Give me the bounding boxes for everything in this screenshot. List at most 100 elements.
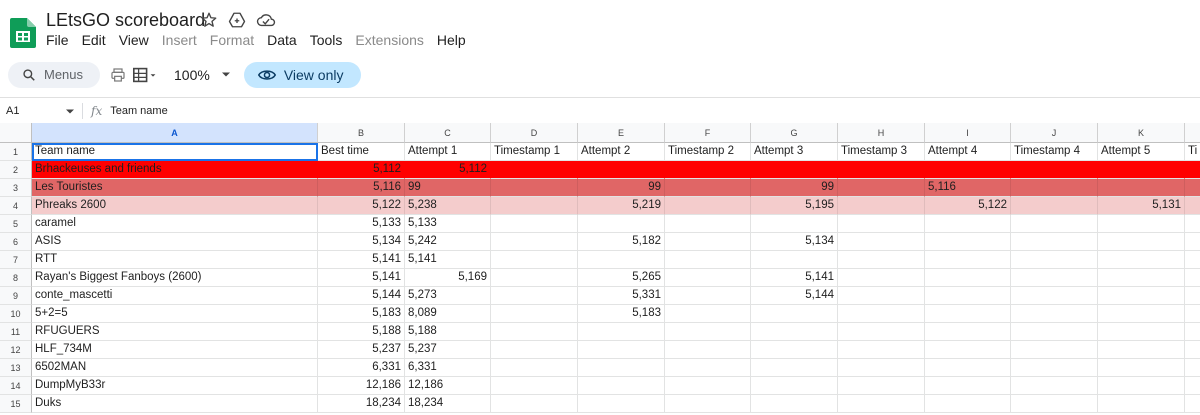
table-cell[interactable]: [925, 377, 1011, 395]
table-cell[interactable]: 5,237: [318, 341, 405, 359]
table-cell[interactable]: [665, 179, 751, 197]
table-cell[interactable]: [1185, 251, 1200, 269]
formula-input[interactable]: Team name: [110, 105, 167, 117]
table-cell[interactable]: [491, 269, 578, 287]
table-cell[interactable]: [1185, 377, 1200, 395]
table-cell[interactable]: [838, 161, 925, 179]
table-cell[interactable]: 5,238: [405, 197, 491, 215]
table-cell[interactable]: [1011, 179, 1098, 197]
menu-help[interactable]: Help: [437, 32, 473, 48]
table-cell[interactable]: [1011, 377, 1098, 395]
table-cell[interactable]: DumpMyB33r: [32, 377, 318, 395]
table-cell[interactable]: [491, 377, 578, 395]
table-cell[interactable]: [925, 233, 1011, 251]
table-cell[interactable]: [578, 251, 665, 269]
table-cell[interactable]: [1011, 161, 1098, 179]
table-cell[interactable]: [925, 287, 1011, 305]
menu-insert[interactable]: Insert: [162, 32, 204, 48]
column-header-d[interactable]: D: [491, 123, 578, 143]
table-cell[interactable]: [1011, 305, 1098, 323]
row-header[interactable]: 8: [0, 269, 32, 287]
table-cell[interactable]: [751, 215, 838, 233]
table-cell[interactable]: [491, 179, 578, 197]
table-cell[interactable]: 5,144: [318, 287, 405, 305]
table-cell[interactable]: [838, 377, 925, 395]
row-header[interactable]: 4: [0, 197, 32, 215]
header-cell[interactable]: Team name: [32, 143, 318, 161]
search-menus-input[interactable]: Menus: [8, 61, 100, 88]
table-cell[interactable]: [1098, 215, 1185, 233]
row-header[interactable]: 6: [0, 233, 32, 251]
column-header-f[interactable]: F: [665, 123, 751, 143]
menu-tools[interactable]: Tools: [310, 32, 350, 48]
row-header[interactable]: 10: [0, 305, 32, 323]
column-header-b[interactable]: B: [318, 123, 405, 143]
table-cell[interactable]: 5,122: [318, 197, 405, 215]
header-cell[interactable]: Timestamp 2: [665, 143, 751, 161]
table-cell[interactable]: [751, 305, 838, 323]
table-cell[interactable]: [1185, 269, 1200, 287]
table-cell[interactable]: [925, 215, 1011, 233]
table-cell[interactable]: [925, 269, 1011, 287]
table-cell[interactable]: [491, 287, 578, 305]
header-cell[interactable]: Timestamp 1: [491, 143, 578, 161]
table-cell[interactable]: [838, 323, 925, 341]
table-cell[interactable]: [1011, 287, 1098, 305]
table-cell[interactable]: RFUGUERS: [32, 323, 318, 341]
table-cell[interactable]: [1098, 233, 1185, 251]
table-cell[interactable]: [665, 323, 751, 341]
row-header[interactable]: 15: [0, 395, 32, 413]
table-cell[interactable]: 6,331: [318, 359, 405, 377]
table-cell[interactable]: [491, 341, 578, 359]
table-cell[interactable]: [578, 161, 665, 179]
table-cell[interactable]: [1185, 179, 1200, 197]
table-cell[interactable]: 5,133: [405, 215, 491, 233]
table-cell[interactable]: [925, 359, 1011, 377]
table-cell[interactable]: 12,186: [318, 377, 405, 395]
table-cell[interactable]: [1185, 305, 1200, 323]
table-cell[interactable]: [838, 341, 925, 359]
table-cell[interactable]: [838, 287, 925, 305]
table-cell[interactable]: 5,219: [578, 197, 665, 215]
table-cell[interactable]: 5,242: [405, 233, 491, 251]
table-cell[interactable]: [751, 377, 838, 395]
header-cell[interactable]: Ti: [1185, 143, 1200, 161]
table-cell[interactable]: 5,265: [578, 269, 665, 287]
table-cell[interactable]: 5,131: [1098, 197, 1185, 215]
table-cell[interactable]: [1011, 359, 1098, 377]
row-header[interactable]: 3: [0, 179, 32, 197]
table-cell[interactable]: 5,331: [578, 287, 665, 305]
column-header-l[interactable]: L: [1185, 123, 1200, 143]
table-cell[interactable]: 5,141: [751, 269, 838, 287]
table-cell[interactable]: [1098, 179, 1185, 197]
table-cell[interactable]: [1185, 233, 1200, 251]
table-cell[interactable]: [1185, 359, 1200, 377]
name-box[interactable]: A1: [0, 105, 82, 117]
row-header[interactable]: 11: [0, 323, 32, 341]
table-cell[interactable]: 6,331: [405, 359, 491, 377]
table-cell[interactable]: [1011, 197, 1098, 215]
table-cell[interactable]: [838, 305, 925, 323]
cloud-saved-icon[interactable]: [256, 11, 276, 29]
column-header-a[interactable]: A: [32, 123, 318, 143]
table-cell[interactable]: [665, 305, 751, 323]
table-cell[interactable]: 5,188: [318, 323, 405, 341]
table-cell[interactable]: [665, 233, 751, 251]
table-cell[interactable]: [925, 395, 1011, 413]
table-cell[interactable]: 5,144: [751, 287, 838, 305]
row-header[interactable]: 13: [0, 359, 32, 377]
table-cell[interactable]: [578, 377, 665, 395]
print-icon[interactable]: [110, 63, 126, 87]
move-to-drive-icon[interactable]: [228, 11, 246, 29]
table-cell[interactable]: 5,195: [751, 197, 838, 215]
table-cell[interactable]: [578, 323, 665, 341]
table-cell[interactable]: [665, 287, 751, 305]
column-header-j[interactable]: J: [1011, 123, 1098, 143]
table-cell[interactable]: [665, 215, 751, 233]
table-cell[interactable]: [665, 269, 751, 287]
table-cell[interactable]: 5,182: [578, 233, 665, 251]
table-cell[interactable]: 5,183: [318, 305, 405, 323]
table-cell[interactable]: [665, 197, 751, 215]
table-cell[interactable]: [838, 269, 925, 287]
table-cell[interactable]: [838, 215, 925, 233]
